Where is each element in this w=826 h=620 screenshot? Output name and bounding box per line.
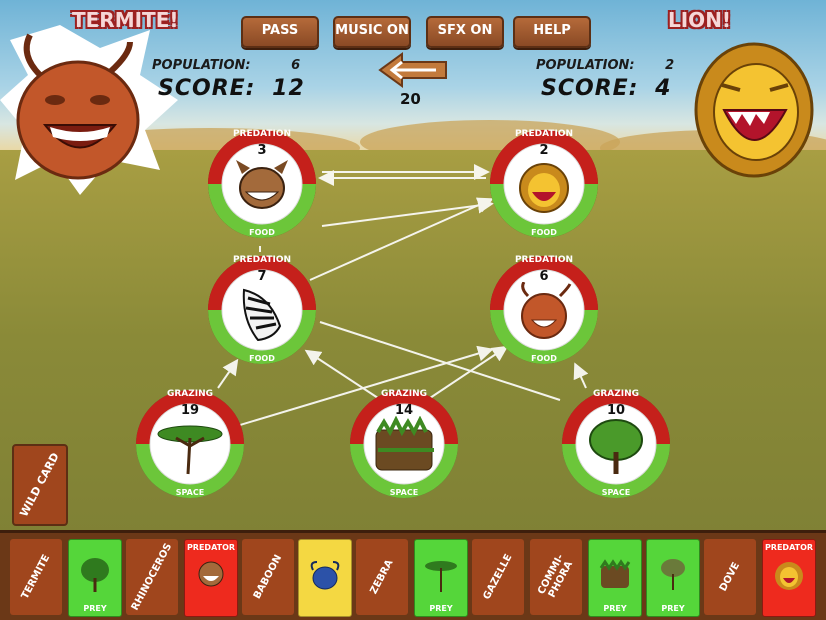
node-need-label: SPACE (389, 488, 419, 497)
node-type-label: GRAZING (592, 389, 640, 399)
acacia-tree-icon (425, 561, 457, 592)
shrub-icon (661, 559, 685, 590)
hyena-node[interactable]: PREDATION 3 FOOD (204, 126, 320, 242)
card-commiphora[interactable]: COMMI- PHORA (530, 539, 582, 615)
card-gazelle[interactable]: GAZELLE (472, 539, 524, 615)
player2-score: SCORE: 4 (541, 76, 671, 101)
card-prey-commiphora[interactable]: PREY (646, 539, 700, 617)
card-dove[interactable]: DOVE (704, 539, 756, 615)
card-prey-tree[interactable]: PREY (68, 539, 122, 617)
player2-name: LION! (668, 8, 732, 32)
node-type-label: PREDATION (232, 129, 292, 139)
card-label: RHINOCEROS (129, 541, 175, 613)
node-type-label: PREDATION (232, 255, 292, 265)
grass-icon (599, 559, 631, 588)
score-label: SCORE: (541, 76, 639, 101)
grass-icon (375, 416, 434, 471)
turn-arrow-icon (378, 52, 447, 88)
node-need-label: FOOD (249, 354, 275, 363)
score-label: SCORE: (158, 76, 256, 101)
card-wildebeest[interactable] (298, 539, 352, 617)
help-button[interactable]: HELP (513, 16, 591, 48)
acacia-node[interactable]: GRAZING 19 SPACE (132, 386, 248, 502)
card-label: BABOON (251, 553, 285, 601)
termite-node[interactable]: PREDATION 6 FOOD (486, 252, 602, 368)
wildebeest-icon (310, 561, 340, 590)
card-label: DOVE (717, 560, 743, 594)
sfx-toggle-button[interactable]: SFX ON (426, 16, 504, 48)
game-board: PASS MUSIC ON SFX ON HELP TERMITE! LION!… (0, 0, 826, 620)
node-type-label: PREDATION (514, 255, 574, 265)
player1-score: SCORE: 12 (158, 76, 305, 101)
turn-counter: 20 (400, 90, 421, 108)
population-label: POPULATION: (152, 58, 251, 73)
population-value: 6 (291, 58, 301, 73)
score-value: 12 (272, 76, 305, 101)
card-predator-hyena[interactable]: PREDATOR (184, 539, 238, 617)
node-type-label: GRAZING (380, 389, 428, 399)
player1-population: POPULATION: 6 (152, 58, 300, 73)
acacia-tree-icon (157, 425, 223, 475)
population-label: POPULATION: (536, 58, 635, 73)
zebra-node[interactable]: PREDATION 7 FOOD (204, 252, 320, 368)
population-value: 2 (665, 58, 675, 73)
card-role-label: PREY (661, 604, 685, 613)
card-role-label: PREY (603, 604, 627, 613)
music-toggle-button[interactable]: MUSIC ON (333, 16, 411, 48)
lion-icon (775, 562, 803, 590)
card-label: TERMITE (19, 552, 53, 602)
card-role-label: PREDATOR (764, 543, 814, 552)
node-need-label: FOOD (531, 354, 557, 363)
lion-icon (519, 163, 569, 213)
node-need-label: SPACE (601, 488, 631, 497)
card-hand: TERMITE PREY RHINOCEROS PREDATOR BABOON … (0, 530, 826, 620)
card-termite[interactable]: TERMITE (10, 539, 62, 615)
card-role-label: PREDATOR (186, 543, 236, 552)
wild-card[interactable]: WILD CARD (12, 444, 68, 526)
termite-icon (521, 282, 572, 339)
card-role-label: PREY (429, 604, 453, 613)
card-rhinoceros[interactable]: RHINOCEROS (126, 539, 178, 615)
node-type-label: GRAZING (166, 389, 214, 399)
wild-card-label: WILD CARD (17, 450, 62, 519)
card-label: GAZELLE (481, 552, 515, 602)
card-prey-grass[interactable]: PREY (588, 539, 642, 617)
node-need-label: FOOD (249, 228, 275, 237)
score-value: 4 (655, 76, 672, 101)
termite-avatar (0, 25, 178, 195)
node-type-label: PREDATION (514, 129, 574, 139)
tree-node[interactable]: GRAZING 10 SPACE (558, 386, 674, 502)
card-role-label: PREY (83, 604, 107, 613)
grass-node[interactable]: GRAZING 14 SPACE (346, 386, 462, 502)
broadleaf-tree-icon (589, 419, 643, 474)
lion-node[interactable]: PREDATION 2 FOOD (486, 126, 602, 242)
zebra-icon (242, 288, 282, 342)
hyena-icon (236, 160, 288, 209)
hyena-icon (198, 561, 224, 587)
pass-button[interactable]: PASS (241, 16, 319, 48)
card-prey-acacia[interactable]: PREY (414, 539, 468, 617)
player1-name: TERMITE! (72, 8, 179, 32)
node-need-label: FOOD (531, 228, 557, 237)
card-baboon[interactable]: BABOON (242, 539, 294, 615)
lion-avatar (694, 42, 814, 178)
player2-population: POPULATION: 2 (536, 58, 674, 73)
card-label: COMMI- PHORA (536, 552, 576, 600)
tree-icon (81, 558, 109, 592)
card-zebra[interactable]: ZEBRA (356, 539, 408, 615)
node-need-label: SPACE (175, 488, 205, 497)
card-predator-lion[interactable]: PREDATOR (762, 539, 816, 617)
card-label: ZEBRA (368, 558, 396, 596)
